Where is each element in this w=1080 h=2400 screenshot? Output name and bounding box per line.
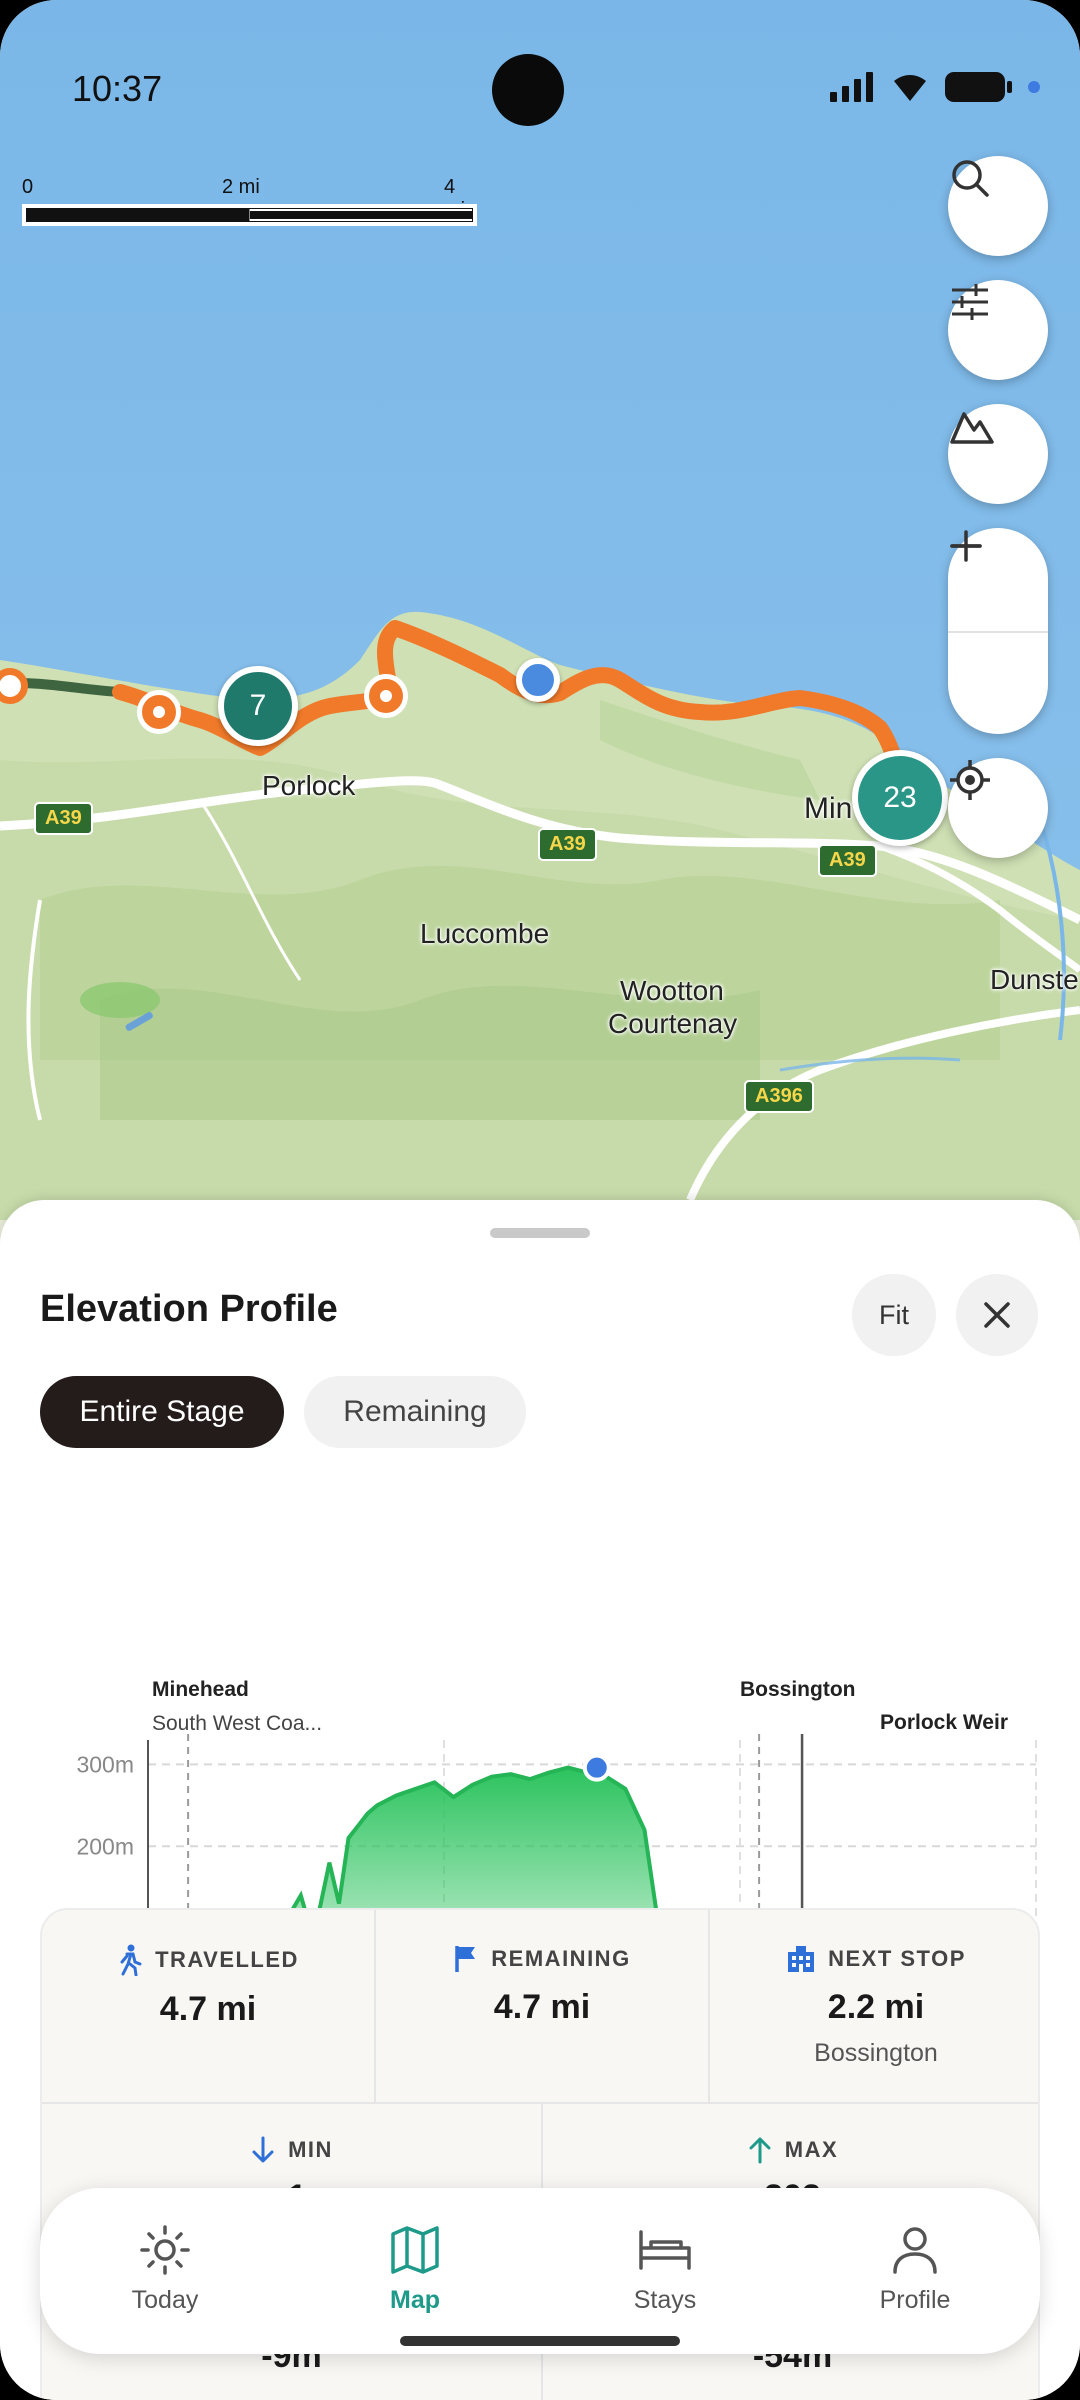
nav-item-profile[interactable]: Profile bbox=[790, 2188, 1040, 2354]
marker-sublabel-start: South West Coa... bbox=[152, 1712, 322, 1735]
route-waypoint[interactable] bbox=[137, 690, 181, 734]
nav-label: Stays bbox=[633, 2286, 697, 2314]
stat-value: 2.2 mi bbox=[827, 1988, 925, 2026]
cluster-count: 7 bbox=[249, 689, 267, 722]
zoom-divider bbox=[948, 631, 1048, 633]
sheet-drag-handle[interactable] bbox=[490, 1228, 590, 1238]
flag-icon bbox=[455, 1946, 476, 1972]
road-sign: A396 bbox=[744, 1080, 814, 1113]
map-scale-bar: 0 2 mi 4 mi bbox=[22, 176, 477, 226]
nav-label: Map bbox=[390, 2286, 440, 2314]
close-button[interactable] bbox=[956, 1274, 1038, 1356]
chip-remaining[interactable]: Remaining bbox=[304, 1376, 526, 1448]
battery-icon bbox=[945, 72, 1012, 102]
app-screen: 7 23 Porlock Luccombe Wootton Courtenay … bbox=[0, 0, 1080, 2400]
status-time: 10:37 bbox=[72, 68, 163, 109]
search-button[interactable] bbox=[948, 156, 1048, 256]
nav-label: Today bbox=[131, 2286, 199, 2314]
place-label: Luccombe bbox=[420, 918, 550, 949]
marker-label-bossington: Bossington bbox=[740, 1678, 856, 1701]
wifi-icon bbox=[894, 75, 926, 101]
locate-button[interactable] bbox=[948, 758, 1048, 858]
sun-icon bbox=[140, 2225, 190, 2275]
signal-icon bbox=[830, 72, 873, 102]
divider bbox=[374, 1910, 376, 2102]
map-icon bbox=[391, 2226, 439, 2274]
status-icons bbox=[830, 70, 1040, 104]
terrain-icon bbox=[950, 412, 994, 444]
cluster-marker[interactable]: 7 bbox=[218, 666, 298, 746]
y-tick-label: 200m bbox=[76, 1833, 134, 1859]
building-icon bbox=[788, 1946, 815, 1972]
cluster-marker[interactable]: 23 bbox=[852, 750, 948, 846]
bed-icon bbox=[639, 2230, 691, 2270]
close-icon bbox=[984, 1302, 1010, 1328]
cluster-count: 23 bbox=[883, 781, 917, 814]
arrow-down-icon bbox=[252, 2136, 274, 2163]
nav-label: Profile bbox=[879, 2286, 951, 2314]
filter-icon bbox=[952, 284, 988, 320]
walking-icon bbox=[120, 1944, 142, 1976]
nav-item-stays[interactable]: Stays bbox=[540, 2188, 790, 2354]
y-tick-label: 300m bbox=[76, 1751, 134, 1777]
nav-item-map[interactable]: Map bbox=[290, 2188, 540, 2354]
stat-label: REMAINING bbox=[491, 1946, 631, 1971]
road-sign: A39 bbox=[538, 828, 597, 861]
current-position-marker bbox=[582, 1753, 611, 1782]
stat-remaining: REMAINING 4.7 mi bbox=[376, 1910, 708, 2102]
map-view[interactable]: 7 23 Porlock Luccombe Wootton Courtenay … bbox=[0, 0, 1080, 1220]
stat-label: NEXT STOP bbox=[828, 1946, 966, 1971]
fit-button[interactable]: Fit bbox=[852, 1274, 936, 1356]
chip-entire-stage[interactable]: Entire Stage bbox=[40, 1376, 284, 1448]
place-label: Min bbox=[804, 792, 853, 825]
front-camera bbox=[492, 54, 564, 126]
marker-label-start: Minehead bbox=[152, 1678, 249, 1701]
stat-label: MAX bbox=[784, 2137, 839, 2162]
sheet-title: Elevation Profile bbox=[40, 1288, 338, 1330]
route-waypoint[interactable] bbox=[364, 674, 408, 718]
place-label: Porlock bbox=[262, 770, 356, 801]
nav-item-today[interactable]: Today bbox=[40, 2188, 290, 2354]
stat-label: TRAVELLED bbox=[155, 1947, 299, 1972]
marker-label-porlock-weir: Porlock Weir bbox=[880, 1711, 1008, 1734]
place-label: Dunste bbox=[990, 964, 1079, 995]
stat-value: 4.7 mi bbox=[493, 1988, 591, 2026]
current-location-dot bbox=[516, 658, 560, 702]
stat-next-stop: NEXT STOP 2.2 mi Bossington bbox=[710, 1910, 1038, 2102]
stat-label: MIN bbox=[288, 2137, 333, 2162]
zoom-control bbox=[948, 528, 1048, 734]
stat-sublabel: Bossington bbox=[814, 2039, 938, 2067]
place-label: Courtenay bbox=[608, 1008, 738, 1039]
zoom-out-icon bbox=[950, 544, 982, 548]
scale-label: 0 bbox=[22, 176, 34, 198]
zoom-out-button[interactable] bbox=[948, 544, 1048, 734]
home-indicator bbox=[400, 2336, 680, 2346]
person-icon bbox=[893, 2227, 937, 2274]
scale-label: 2 mi bbox=[222, 176, 260, 198]
scale-bar-graphic bbox=[22, 204, 477, 226]
locate-icon bbox=[950, 760, 990, 800]
stat-travelled: TRAVELLED 4.7 mi bbox=[42, 1910, 374, 2102]
divider bbox=[708, 1910, 710, 2102]
privacy-indicator-dot bbox=[1028, 81, 1040, 93]
bottom-navigation: Today Map Stays Profile bbox=[40, 2188, 1040, 2354]
stat-value: 4.7 mi bbox=[159, 1990, 257, 2028]
search-icon bbox=[952, 160, 989, 197]
terrain-button[interactable] bbox=[948, 404, 1048, 504]
filter-button[interactable] bbox=[948, 280, 1048, 380]
place-label: Wootton bbox=[620, 975, 724, 1006]
road-sign: A39 bbox=[818, 844, 877, 877]
road-sign: A39 bbox=[34, 802, 93, 835]
arrow-up-icon bbox=[749, 2137, 771, 2164]
